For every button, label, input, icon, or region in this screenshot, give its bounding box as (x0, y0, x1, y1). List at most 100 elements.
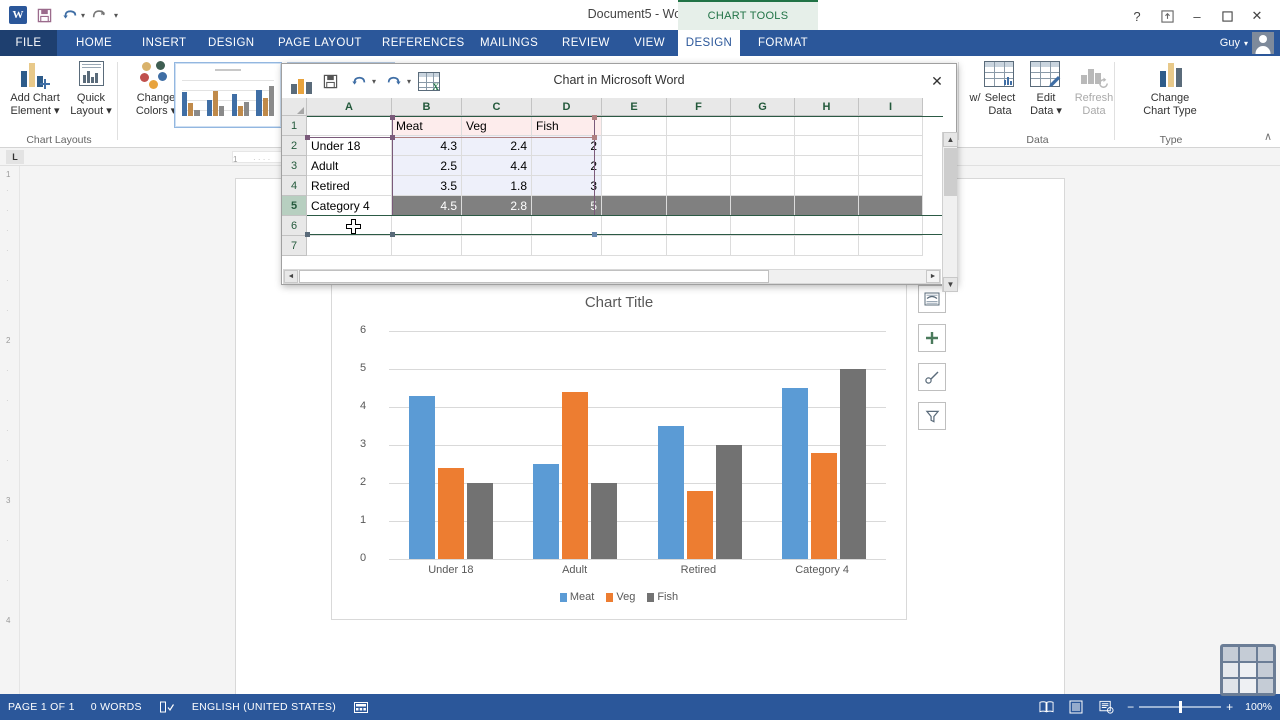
datasheet-cell[interactable] (795, 176, 859, 196)
tab-mailings[interactable]: MAILINGS (470, 30, 548, 56)
datasheet-cell[interactable] (731, 116, 795, 136)
datasheet-cell[interactable] (795, 196, 859, 216)
datasheet-cell[interactable] (859, 116, 923, 136)
datasheet-cell[interactable]: Category 4 (307, 196, 392, 216)
row-header-2[interactable]: 2 (282, 136, 307, 156)
chart-legend[interactable]: Meat Veg Fish (332, 591, 906, 603)
datasheet-row[interactable]: 6 (282, 216, 942, 236)
datasheet-cell[interactable] (859, 236, 923, 256)
column-header-e[interactable]: E (602, 98, 667, 116)
read-mode-button[interactable] (1037, 699, 1055, 715)
datasheet-cell[interactable]: 2 (532, 156, 602, 176)
column-header-c[interactable]: C (462, 98, 532, 116)
datasheet-cell[interactable]: 4.5 (392, 196, 462, 216)
datasheet-cell[interactable] (667, 136, 731, 156)
datasheet-cell[interactable] (795, 136, 859, 156)
scroll-left-button[interactable]: ◄ (284, 270, 298, 283)
datasheet-cell[interactable] (602, 116, 667, 136)
datasheet-cell[interactable] (859, 196, 923, 216)
hscrollbar-thumb[interactable] (299, 270, 769, 283)
row-header-4[interactable]: 4 (282, 176, 307, 196)
column-header-f[interactable]: F (667, 98, 731, 116)
vertical-ruler[interactable]: 1 · · · · · · 2 · · · · 3 · · 4 (0, 166, 20, 694)
zoom-track[interactable] (1139, 701, 1222, 713)
datasheet-cell[interactable] (602, 196, 667, 216)
chart-styles-button[interactable] (918, 363, 946, 391)
close-button[interactable]: ✕ (1242, 5, 1272, 27)
row-header-1[interactable]: 1 (282, 116, 307, 136)
datasheet-cell[interactable] (392, 236, 462, 256)
user-account-area[interactable]: Guy ▾ (1220, 32, 1274, 54)
chart-category-group[interactable] (762, 331, 886, 559)
datasheet-cell[interactable] (667, 156, 731, 176)
tab-insert[interactable]: INSERT (132, 30, 196, 56)
column-header-b[interactable]: B (392, 98, 462, 116)
chart-bar[interactable] (562, 391, 589, 559)
tab-view[interactable]: VIEW (624, 30, 675, 56)
chart-category-group[interactable] (638, 331, 762, 559)
datasheet-row[interactable]: 4 Retired 3.5 1.8 3 (282, 176, 942, 196)
range-handle[interactable] (592, 115, 597, 120)
legend-item[interactable]: Meat (559, 591, 594, 603)
tab-page-layout[interactable]: PAGE LAYOUT (268, 30, 372, 56)
proofing-errors-icon[interactable] (158, 699, 176, 715)
datasheet-cell[interactable] (462, 216, 532, 236)
chart-title[interactable]: Chart Title (332, 294, 906, 311)
chart-bar[interactable] (686, 490, 713, 559)
chart-category-group[interactable] (389, 331, 513, 559)
datasheet-cell[interactable]: 2.4 (462, 136, 532, 156)
datasheet-row[interactable]: 3 Adult 2.5 4.4 2 (282, 156, 942, 176)
chart-bar[interactable] (810, 452, 837, 559)
datasheet-cell[interactable] (602, 156, 667, 176)
column-header-a[interactable]: A (307, 98, 392, 116)
datasheet-cell[interactable] (307, 116, 392, 136)
zoom-slider[interactable]: − + (1127, 700, 1233, 714)
datasheet-cell[interactable] (859, 136, 923, 156)
datasheet-cell[interactable] (462, 236, 532, 256)
datasheet-cell[interactable]: 2.8 (462, 196, 532, 216)
datasheet-cell[interactable] (602, 216, 667, 236)
datasheet-cell[interactable] (859, 216, 923, 236)
edit-data-button[interactable]: Edit Data ▾ (1020, 60, 1072, 128)
datasheet-cell[interactable] (795, 216, 859, 236)
scroll-up-button[interactable]: ▲ (943, 132, 958, 147)
datasheet-cell[interactable] (602, 236, 667, 256)
scroll-down-button[interactable]: ▼ (943, 277, 958, 292)
chart-bar[interactable] (715, 445, 742, 559)
tab-design[interactable]: DESIGN (198, 30, 265, 56)
datasheet-cell[interactable] (731, 196, 795, 216)
help-button[interactable]: ? (1122, 5, 1152, 27)
minimize-button[interactable]: – (1182, 5, 1212, 27)
datasheet-cell[interactable] (731, 176, 795, 196)
datasheet-cell[interactable] (795, 236, 859, 256)
web-layout-button[interactable] (1097, 699, 1115, 715)
datasheet-cell[interactable] (859, 156, 923, 176)
word-count[interactable]: 0 WORDS (91, 701, 142, 713)
datasheet-vertical-scrollbar[interactable]: ▲ ▼ (942, 132, 958, 292)
collapse-ribbon-button[interactable]: ∧ (1264, 130, 1272, 143)
datasheet-cell[interactable] (859, 176, 923, 196)
datasheet-cell[interactable] (602, 136, 667, 156)
tab-references[interactable]: REFERENCES (372, 30, 475, 56)
chart-bar[interactable] (533, 464, 560, 559)
macro-recording-icon[interactable] (352, 699, 370, 715)
datasheet-cell[interactable] (795, 116, 859, 136)
datasheet-cell[interactable] (667, 236, 731, 256)
datasheet-cell[interactable] (667, 176, 731, 196)
tab-home[interactable]: HOME (66, 30, 122, 56)
chart-bar[interactable] (438, 467, 465, 559)
datasheet-cell[interactable] (731, 156, 795, 176)
range-handle[interactable] (592, 135, 597, 140)
datasheet-cell[interactable]: 4.4 (462, 156, 532, 176)
touch-keyboard-overlay[interactable] (1220, 644, 1276, 696)
datasheet-grid[interactable]: ABCDEFGHI 1 Meat Veg Fish 2 Under 18 4.3 2.4 2 3 A… (282, 98, 958, 292)
tab-review[interactable]: REVIEW (552, 30, 620, 56)
datasheet-cell[interactable]: 5 (532, 196, 602, 216)
quick-layout-button[interactable]: Quick Layout ▾ (58, 60, 124, 128)
tab-stop-selector[interactable]: L (6, 150, 24, 164)
chart-bar[interactable] (591, 483, 618, 559)
datasheet-close-button[interactable]: ✕ (926, 70, 948, 92)
datasheet-row[interactable]: 5 Category 4 4.5 2.8 5 (282, 196, 942, 216)
zoom-level-label[interactable]: 100% (1245, 701, 1272, 713)
chart-style-thumbnail-1[interactable] (174, 62, 282, 128)
